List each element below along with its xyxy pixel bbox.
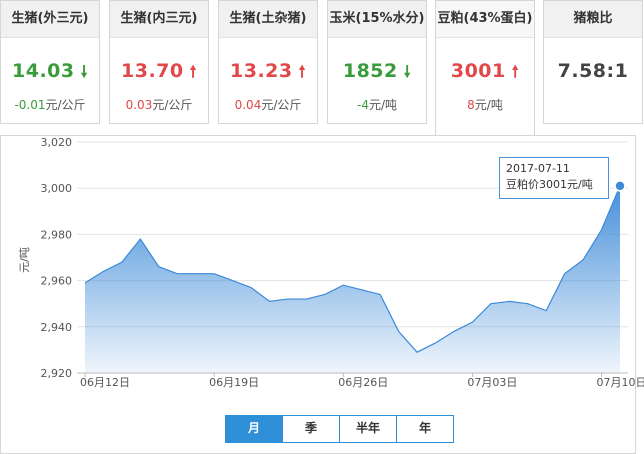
- period-month-button[interactable]: 月: [226, 416, 282, 442]
- x-tick-label: 06月19日: [209, 376, 259, 389]
- y-tick-label: 3,000: [41, 182, 73, 195]
- period-halfyear-button[interactable]: 半年: [339, 416, 396, 442]
- period-selector: 月 季 半年 年: [225, 415, 454, 443]
- x-tick-label: 06月12日: [80, 376, 130, 389]
- y-tick-label: 2,940: [41, 321, 73, 334]
- y-tick-label: 3,020: [41, 136, 73, 149]
- period-year-button[interactable]: 年: [396, 416, 453, 442]
- x-tick-label: 07月10日: [597, 376, 644, 389]
- highlight-point[interactable]: [614, 180, 626, 192]
- chart-tooltip: 2017-07-11 豆粕价3001元/吨: [499, 157, 609, 199]
- y-tick-label: 2,920: [41, 367, 73, 380]
- x-tick-label: 06月26日: [338, 376, 388, 389]
- y-axis-label: 元/吨: [18, 247, 31, 273]
- price-chart: 3,020 3,000 2,980 2,960 2,940 2,920 06月12日 06月…: [18, 136, 644, 389]
- y-tick-label: 2,980: [41, 228, 73, 241]
- period-quarter-button[interactable]: 季: [282, 416, 339, 442]
- area-fill: [85, 185, 620, 373]
- y-tick-label: 2,960: [41, 275, 73, 288]
- tooltip-date: 2017-07-11: [506, 162, 570, 175]
- tooltip-text: 豆粕价3001元/吨: [506, 178, 593, 191]
- x-tick-label: 07月03日: [467, 376, 517, 389]
